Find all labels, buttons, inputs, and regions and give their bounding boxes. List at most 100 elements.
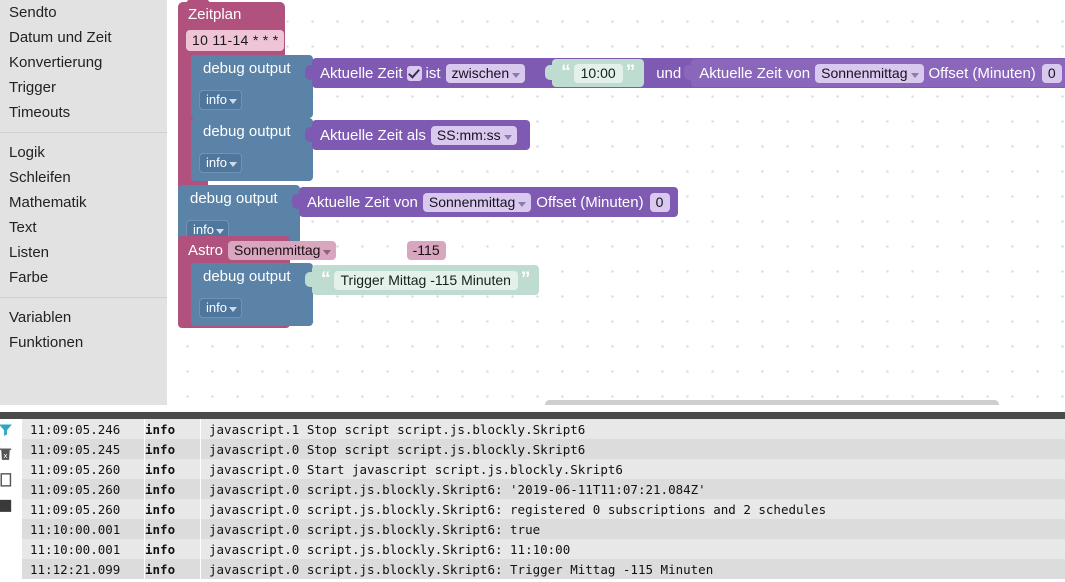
blockly-script-editor: Sendto Datum und Zeit Konvertierung Trig… [0, 0, 1065, 582]
severity-dropdown-2[interactable]: info [199, 153, 242, 173]
block-plug [305, 272, 313, 287]
log-time: 11:09:05.260 [30, 501, 121, 517]
sidebar-item-trigger[interactable]: Trigger [0, 75, 167, 100]
operator-dropdown[interactable]: zwischen [445, 63, 526, 83]
astro-point-dropdown[interactable]: Sonnenmittag [815, 63, 924, 83]
sidebar-item-farbe[interactable]: Farbe [0, 265, 167, 290]
quote-open-icon: “ [561, 62, 571, 83]
time-condition-checkbox[interactable] [406, 65, 422, 81]
log-time: 11:09:05.246 [30, 421, 121, 437]
log-row[interactable]: 11:12:21.099 info javascript.0 script.js… [22, 559, 1065, 579]
log-panel: x 11:09:05.246 info javascript.1 Stop sc… [0, 405, 1065, 582]
block-plug [292, 194, 300, 209]
severity-dropdown-label: info [206, 300, 227, 315]
log-table: 11:09:05.246 info javascript.1 Stop scri… [22, 419, 1065, 579]
astro-comma: , [341, 242, 346, 259]
log-severity: info [145, 481, 176, 497]
log-message: javascript.0 Start javascript script.js.… [209, 461, 623, 477]
chevron-down-icon [503, 134, 512, 140]
cron-field[interactable]: 10 11-14 * * * [186, 30, 285, 51]
time-format-value: SS:mm:ss [436, 126, 501, 143]
log-severity: info [145, 561, 176, 577]
log-message: javascript.1 Stop script script.js.block… [209, 421, 586, 437]
sidebar-item-funktionen[interactable]: Funktionen [0, 330, 167, 355]
astro-point-dropdown[interactable]: Sonnenmittag [228, 241, 337, 260]
astro-point-dropdown[interactable]: Sonnenmittag [422, 192, 532, 212]
copy-icon[interactable] [0, 471, 14, 488]
sidebar-item-sendto[interactable]: Sendto [0, 0, 167, 25]
time-from-astro-block-nested[interactable]: Aktuelle Zeit von Sonnenmittag Offset (M… [684, 59, 1065, 87]
time-format-dropdown[interactable]: SS:mm:ss [430, 125, 517, 145]
sidebar-item-variablen[interactable]: Variablen [0, 305, 167, 330]
chevron-down-icon [228, 99, 237, 104]
log-message: javascript.0 script.js.blockly.Skript6: … [209, 481, 706, 497]
log-row[interactable]: 11:09:05.246 info javascript.1 Stop scri… [22, 419, 1065, 439]
sidebar-item-mathematik[interactable]: Mathematik [0, 190, 167, 215]
offset-value-field[interactable]: 0 [1041, 63, 1062, 83]
sidebar-item-text[interactable]: Text [0, 215, 167, 240]
log-row[interactable]: 11:10:00.001 info javascript.0 script.js… [22, 519, 1065, 539]
toolbox-group-1: Sendto Datum und Zeit Konvertierung Trig… [0, 0, 167, 125]
debug-output-label: debug output [203, 268, 291, 285]
pause-icon[interactable] [0, 497, 14, 514]
nested-prefix-label: Aktuelle Zeit von [699, 64, 811, 82]
time-condition-block[interactable]: Aktuelle Zeit ist zwischen “ 10:00 ” und… [305, 58, 1065, 88]
time-format-block[interactable]: Aktuelle Zeit als SS:mm:ss [305, 120, 530, 150]
log-row[interactable]: 11:09:05.245 info javascript.0 Stop scri… [22, 439, 1065, 459]
astro-block-header: Astro Sonnenmittag , Versatz -115 Minute… [178, 236, 504, 265]
block-plug [684, 65, 693, 80]
log-time: 11:09:05.245 [30, 441, 121, 457]
astro-offset-unit: Minuten [450, 242, 504, 259]
offset-label: Offset (Minuten) [536, 193, 644, 211]
log-message: javascript.0 script.js.blockly.Skript6: … [209, 521, 541, 537]
time-from-astro-block[interactable]: Aktuelle Zeit von Sonnenmittag Offset (M… [292, 187, 678, 217]
time-condition-und-label: und [656, 64, 682, 82]
debug-output-label: debug output [190, 190, 278, 207]
chevron-down-icon [215, 229, 224, 234]
log-row[interactable]: 11:10:00.001 info javascript.0 script.js… [22, 539, 1065, 559]
delete-icon[interactable]: x [0, 445, 14, 462]
log-row[interactable]: 11:09:05.260 info javascript.0 script.js… [22, 499, 1065, 519]
time-value-field[interactable]: 10:00 [573, 63, 623, 83]
log-row[interactable]: 11:09:05.260 info javascript.0 Start jav… [22, 459, 1065, 479]
debug-output-block-2[interactable]: debug output info [191, 118, 320, 181]
chevron-down-icon [228, 162, 237, 167]
log-message: javascript.0 script.js.blockly.Skript6: … [209, 501, 827, 517]
log-time: 11:09:05.260 [30, 461, 121, 477]
log-time: 11:10:00.001 [30, 521, 121, 537]
log-message: javascript.0 Stop script script.js.block… [209, 441, 586, 457]
sidebar-item-konvertierung[interactable]: Konvertierung [0, 50, 167, 75]
chevron-down-icon [323, 250, 332, 255]
severity-dropdown-4[interactable]: info [199, 298, 242, 318]
sidebar-item-datum-und-zeit[interactable]: Datum und Zeit [0, 25, 167, 50]
severity-dropdown-label: info [206, 92, 227, 107]
offset-value-field[interactable]: 0 [649, 192, 670, 212]
log-severity: info [145, 501, 176, 517]
time-condition-prefix: Aktuelle Zeit [320, 64, 403, 82]
astro-block-label: Astro [188, 242, 224, 259]
sidebar-item-logik[interactable]: Logik [0, 140, 167, 165]
astro-offset-field[interactable]: -115 [406, 241, 446, 260]
blockly-workspace[interactable]: Zeitplan 10 11-14 * * * debug output inf… [167, 0, 1065, 405]
time-condition-ist-label: ist [425, 64, 441, 82]
trigger-text-block[interactable]: “ Trigger Mittag -115 Minuten ” [305, 265, 540, 295]
log-time: 11:12:21.099 [30, 561, 121, 577]
log-row[interactable]: 11:09:05.260 info javascript.0 script.js… [22, 479, 1065, 499]
sidebar-item-listen[interactable]: Listen [0, 240, 167, 265]
chevron-down-icon [910, 72, 919, 78]
astro-point-label: Sonnenmittag [428, 193, 516, 210]
sidebar-item-timeouts[interactable]: Timeouts [0, 100, 167, 125]
trigger-text-field[interactable]: Trigger Mittag -115 Minuten [333, 270, 518, 290]
log-panel-topbar-gap [492, 405, 1065, 412]
severity-dropdown-1[interactable]: info [199, 90, 242, 110]
svg-text:x: x [3, 451, 7, 460]
block-plug [305, 127, 313, 142]
debug-output-block-1[interactable]: debug output info [191, 55, 320, 118]
log-time: 11:09:05.260 [30, 481, 121, 497]
time-format-label: Aktuelle Zeit als [320, 126, 426, 144]
time-value-text-block[interactable]: “ 10:00 ” [545, 59, 645, 87]
sidebar-item-schleifen[interactable]: Schleifen [0, 165, 167, 190]
block-plug [305, 65, 313, 80]
debug-output-block-4[interactable]: debug output info [191, 263, 320, 326]
filter-icon[interactable] [0, 421, 14, 438]
